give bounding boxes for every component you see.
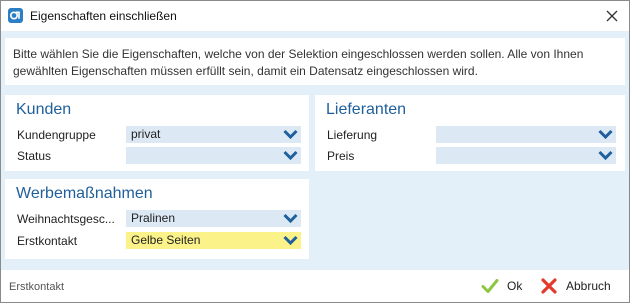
kunden-panel: Kunden Kundengruppe privat Status: [5, 95, 309, 171]
intro-box: Bitte wählen Sie die Eigenschaften, welc…: [5, 38, 625, 85]
chevron-down-icon: [598, 150, 613, 161]
cancel-label: Abbruch: [566, 279, 611, 293]
lieferung-label: Lieferung: [327, 128, 378, 142]
window-title: Eigenschaften einschließen: [30, 9, 177, 23]
chevron-down-icon: [598, 129, 613, 140]
cancel-button[interactable]: Abbruch: [540, 277, 611, 295]
kundengruppe-value: privat: [131, 127, 161, 141]
lieferung-select[interactable]: [436, 126, 616, 143]
kundengruppe-select[interactable]: privat: [126, 126, 301, 143]
werbemassnahmen-panel: Werbemaßnahmen Weihnachtsgesc... Praline…: [5, 179, 309, 259]
app-logo-icon: [8, 8, 23, 23]
x-icon: [541, 278, 557, 294]
chevron-down-icon: [283, 150, 298, 161]
erstkontakt-select[interactable]: Gelbe Seiten: [126, 232, 301, 249]
chevron-down-icon: [283, 235, 298, 246]
dialog-content: Bitte wählen Sie die Eigenschaften, welc…: [1, 31, 629, 270]
chevron-down-icon: [283, 129, 298, 140]
kundengruppe-label: Kundengruppe: [17, 128, 96, 142]
status-label: Status: [17, 149, 52, 163]
kunden-title: Kunden: [16, 101, 72, 118]
checkmark-icon: [481, 279, 499, 293]
erstkontakt-label: Erstkontakt: [17, 234, 78, 248]
title-bar: Eigenschaften einschließen: [1, 1, 629, 31]
close-icon: [606, 10, 618, 22]
weihnachtsgeschenk-value: Pralinen: [131, 211, 176, 225]
dialog-window: Eigenschaften einschließen Bitte wählen …: [0, 0, 630, 303]
status-bar-text: Erstkontakt: [9, 281, 65, 293]
lieferanten-panel: Lieferanten Lieferung Preis: [315, 95, 625, 171]
status-select[interactable]: [126, 147, 301, 164]
werbemassnahmen-title: Werbemaßnahmen: [16, 185, 153, 202]
ok-label: Ok: [507, 279, 523, 293]
intro-text: Bitte wählen Sie die Eigenschaften, welc…: [13, 47, 584, 78]
lieferanten-title: Lieferanten: [326, 101, 407, 118]
erstkontakt-value: Gelbe Seiten: [131, 233, 201, 247]
close-button[interactable]: [601, 5, 623, 27]
chevron-down-icon: [283, 213, 298, 224]
weihnachtsgeschenk-select[interactable]: Pralinen: [126, 210, 301, 227]
ok-button[interactable]: Ok: [481, 277, 522, 295]
preis-label: Preis: [327, 149, 355, 163]
weihnachtsgeschenk-label: Weihnachtsgesc...: [17, 212, 115, 226]
preis-select[interactable]: [436, 147, 616, 164]
dialog-footer: Erstkontakt Ok Abbruch: [1, 270, 629, 302]
